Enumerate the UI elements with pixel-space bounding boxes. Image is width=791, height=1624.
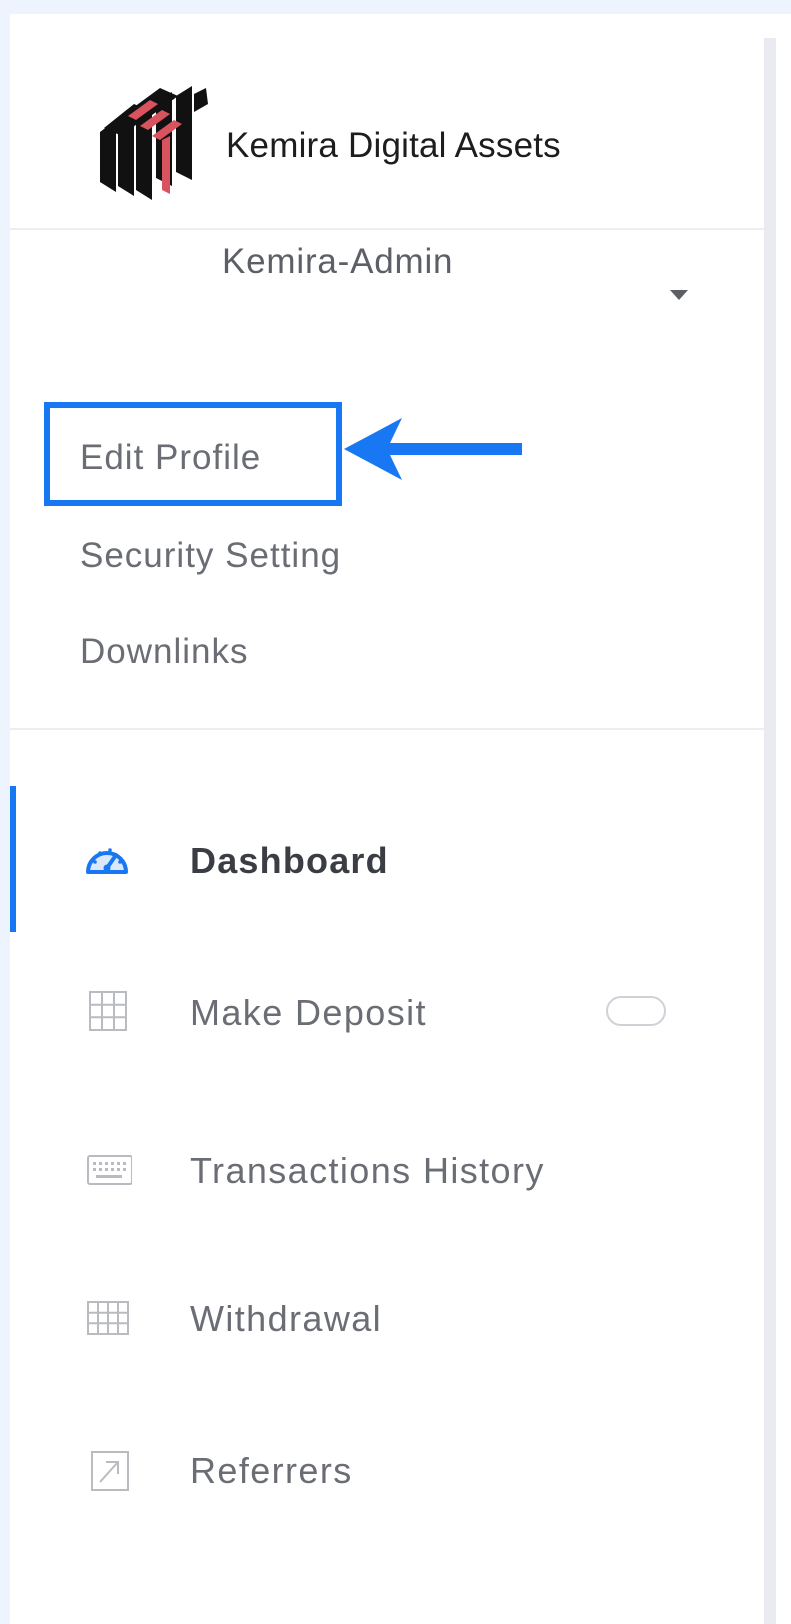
- deposit-toggle[interactable]: [606, 996, 666, 1026]
- app-panel: Kemira Digital Assets Kemira-Admin Edit …: [10, 14, 791, 1624]
- kemira-logo-icon: [100, 86, 208, 200]
- grid-icon: [89, 991, 127, 1031]
- brand-name: Kemira Digital Assets: [226, 126, 561, 165]
- nav-label-dashboard: Dashboard: [190, 840, 389, 881]
- highlight-annotation-box: [44, 402, 342, 506]
- arrow-left-icon: [344, 418, 522, 480]
- table-grid-icon: [87, 1301, 129, 1335]
- security-setting-link[interactable]: Security Setting: [80, 536, 341, 576]
- external-link-icon: [91, 1451, 129, 1491]
- nav-item-withdrawal[interactable]: Withdrawal: [10, 1278, 764, 1358]
- downlinks-link[interactable]: Downlinks: [80, 632, 249, 672]
- nav-label-transactions-history: Transactions History: [190, 1150, 545, 1191]
- nav-item-dashboard[interactable]: Dashboard: [10, 820, 764, 900]
- nav-label-make-deposit: Make Deposit: [190, 992, 427, 1033]
- content-area-edge: [764, 38, 776, 1624]
- section-divider: [10, 728, 764, 730]
- nav-item-referrers[interactable]: Referrers: [10, 1430, 764, 1510]
- caret-down-icon[interactable]: [670, 290, 688, 300]
- dashboard-gauge-icon: [86, 848, 128, 874]
- nav-item-make-deposit[interactable]: Make Deposit: [10, 972, 764, 1052]
- nav-item-transactions-history[interactable]: Transactions History: [10, 1130, 764, 1210]
- sidebar-header: Kemira Digital Assets: [10, 14, 764, 230]
- user-menu-name[interactable]: Kemira-Admin: [222, 242, 453, 282]
- nav-label-referrers: Referrers: [190, 1450, 353, 1491]
- nav-label-withdrawal: Withdrawal: [190, 1298, 383, 1339]
- keyboard-icon: [87, 1155, 132, 1185]
